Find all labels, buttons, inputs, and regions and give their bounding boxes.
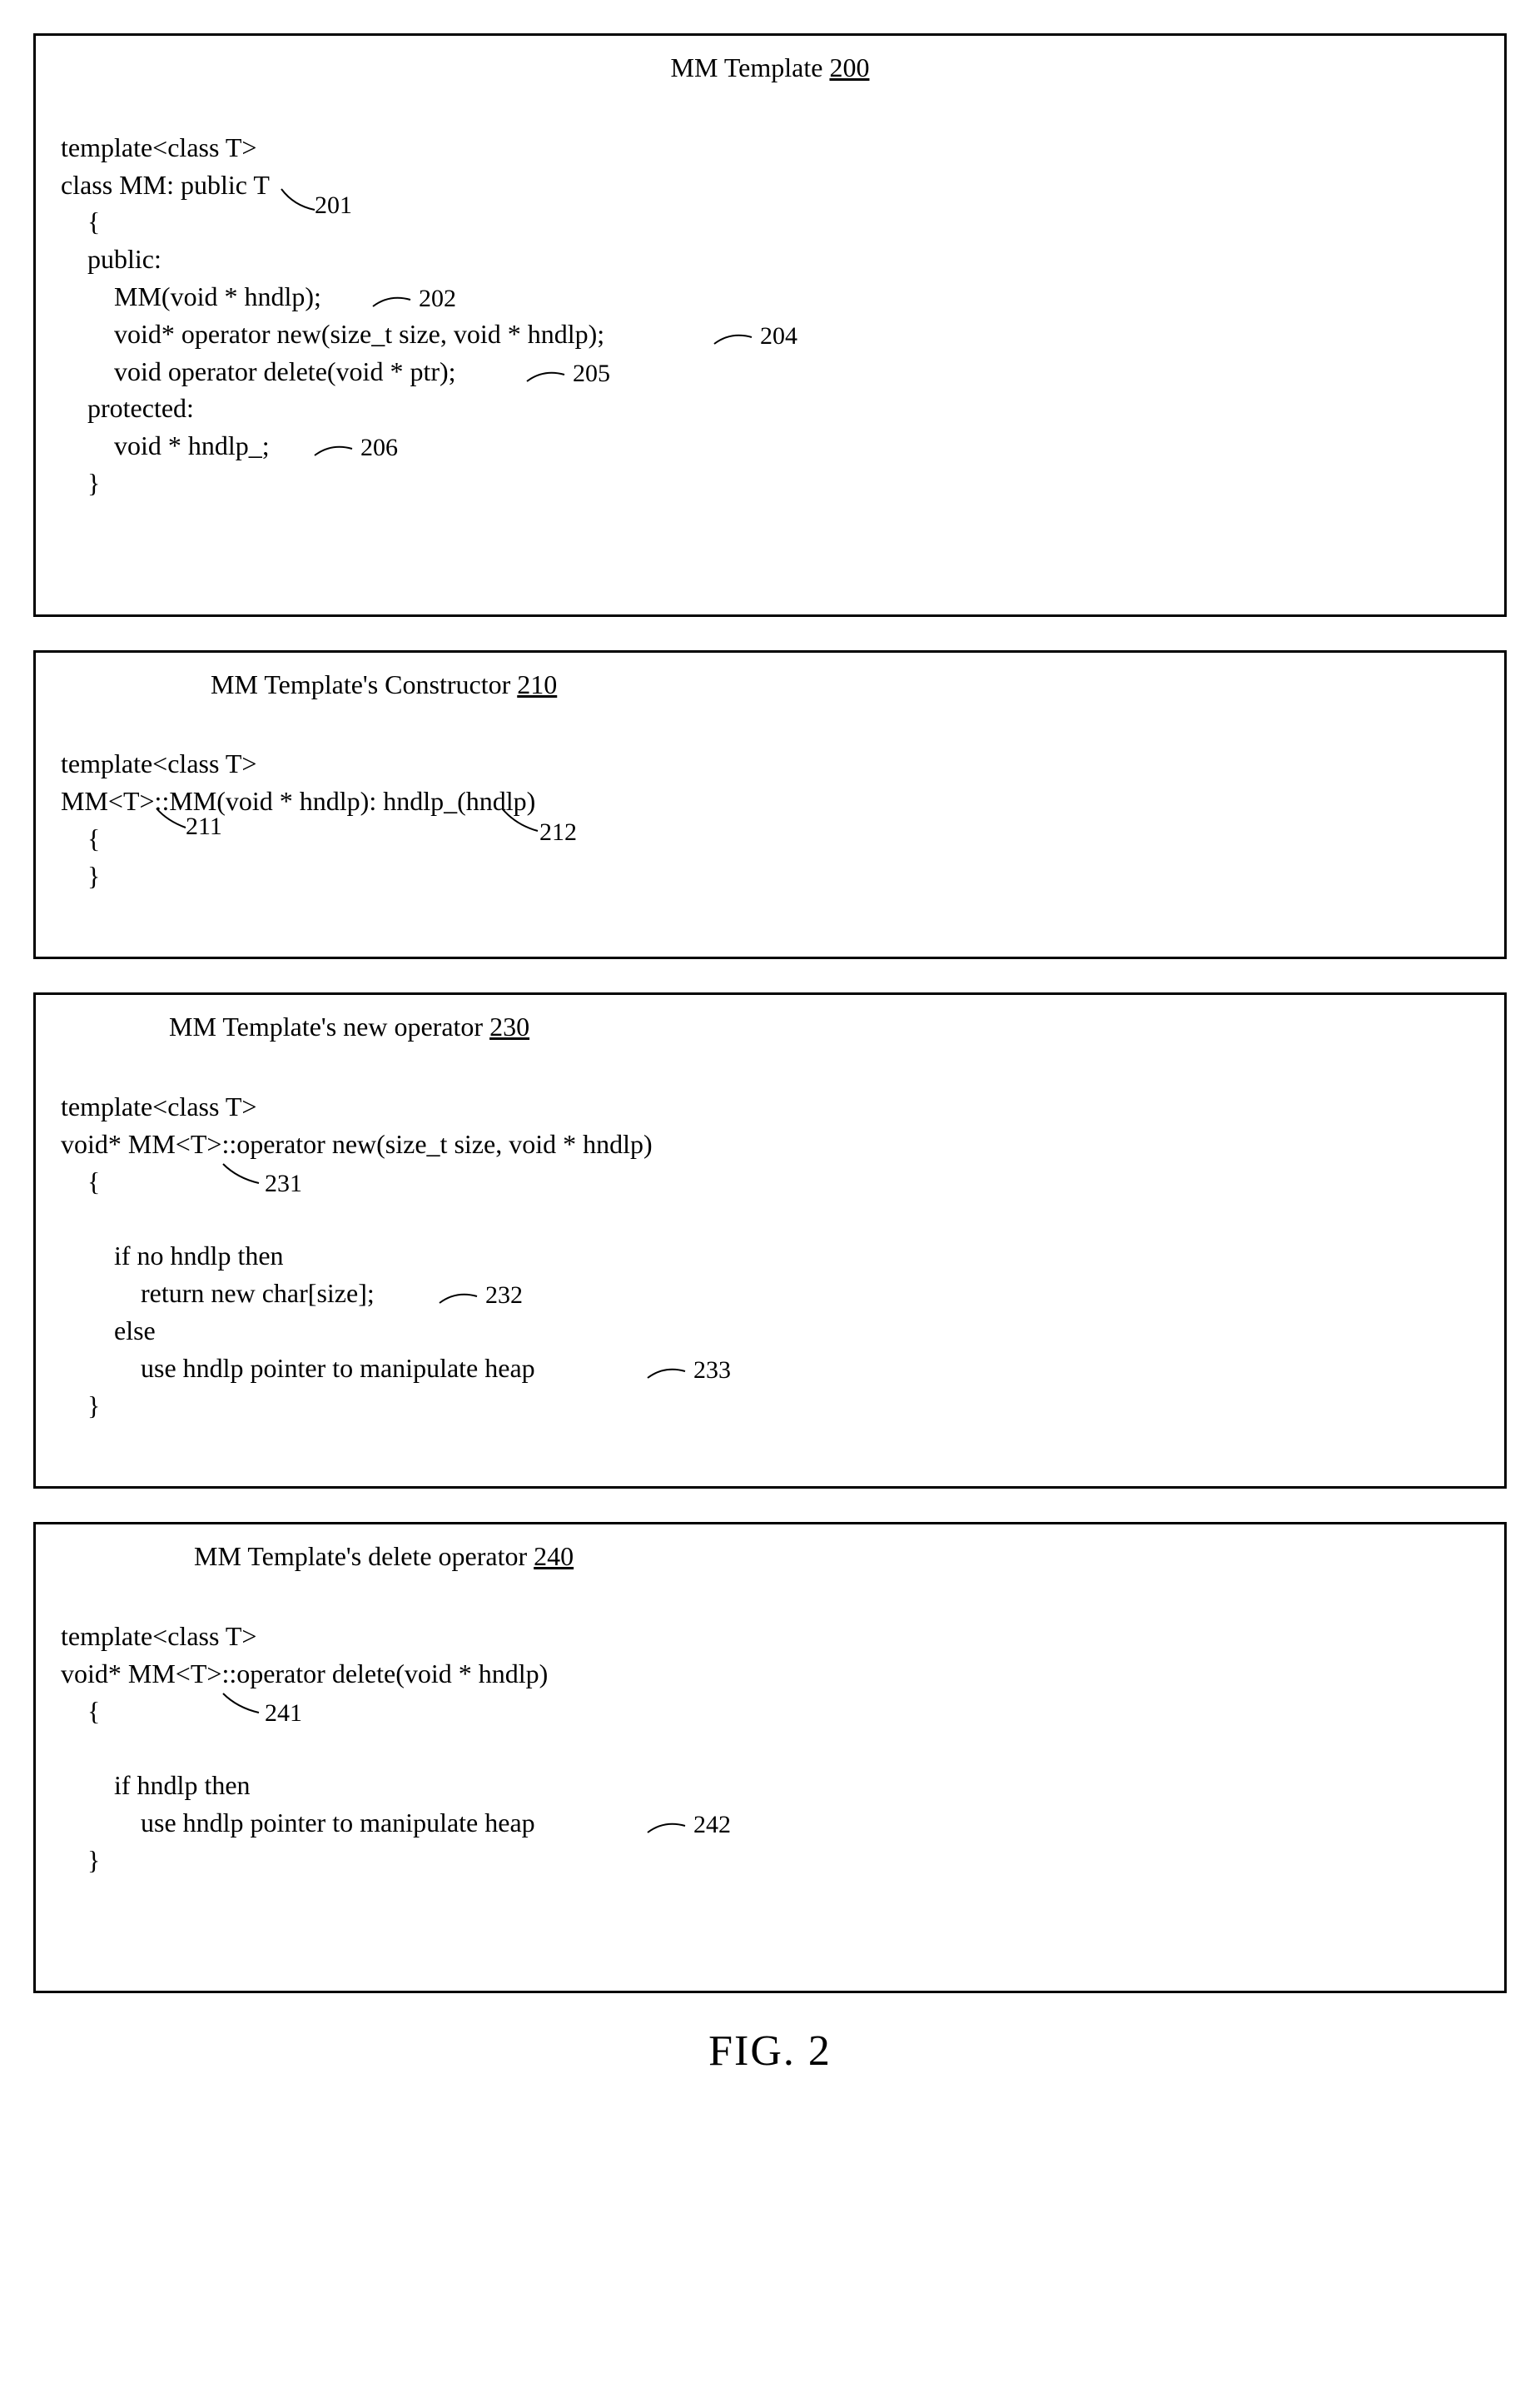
- p3-l3: {: [61, 1166, 100, 1196]
- panel-mm-constructor: MM Template's Constructor 210 template<c…: [33, 650, 1507, 960]
- p2-l3: {: [61, 823, 100, 853]
- panel3-title-text: MM Template's new operator: [169, 1012, 489, 1042]
- p1-l7-wrap: void operator delete(void * ptr);205: [61, 356, 456, 386]
- lead-202-icon: [369, 290, 419, 315]
- panel4-title-text: MM Template's delete operator: [194, 1541, 534, 1571]
- panel4-title: MM Template's delete operator 240: [61, 1541, 1479, 1572]
- p1-l5: MM(void * hndlp);: [61, 281, 321, 311]
- p3-l8-wrap: use hndlp pointer to manipulate heap233: [61, 1353, 535, 1383]
- p1-l2-wrap: class MM: public T201: [61, 170, 270, 200]
- panel-mm-template: MM Template 200 template<class T> class …: [33, 33, 1507, 617]
- p4-l6: use hndlp pointer to manipulate heap: [61, 1808, 535, 1837]
- p1-l6: void* operator new(size_t size, void * h…: [61, 319, 604, 349]
- p1-l5-wrap: MM(void * hndlp);202: [61, 281, 321, 311]
- panel2-title-text: MM Template's Constructor: [211, 669, 517, 699]
- panel2-code: template<class T> MM<T>::MM(void * hndlp…: [61, 709, 1479, 932]
- p1-l10: }: [61, 468, 100, 498]
- p2-l2: MM<T>::MM(void * hndlp): hndlp_(hndlp): [61, 786, 535, 816]
- p1-l1: template<class T>: [61, 132, 256, 162]
- lead-206-icon: [310, 439, 360, 464]
- p1-l9: void * hndlp_;: [61, 430, 270, 460]
- p4-l3: {: [61, 1696, 100, 1726]
- panel-mm-new-operator: MM Template's new operator 230 template<…: [33, 992, 1507, 1489]
- ref-231: 231: [265, 1166, 302, 1201]
- ref-202: 202: [419, 281, 456, 316]
- p2-l2-wrap: MM<T>::MM(void * hndlp): hndlp_(hndlp)21…: [61, 786, 535, 816]
- p1-l6-wrap: void* operator new(size_t size, void * h…: [61, 319, 604, 349]
- ref-242: 242: [693, 1808, 731, 1842]
- panel-mm-delete-operator: MM Template's delete operator 240 templa…: [33, 1522, 1507, 1993]
- lead-242-icon: [643, 1816, 693, 1841]
- ref-211: 211: [186, 809, 222, 844]
- panel3-title: MM Template's new operator 230: [61, 1012, 1479, 1042]
- panel4-code: template<class T> void* MM<T>::operator …: [61, 1580, 1479, 1916]
- lead-204-icon: [710, 327, 760, 352]
- p3-l6-wrap: return new char[size];232: [61, 1278, 375, 1308]
- p1-l3: {: [61, 206, 100, 236]
- p4-l5: if hndlp then: [61, 1770, 251, 1800]
- figure-caption: FIG. 2: [33, 2026, 1507, 2076]
- p1-l2: class MM: public T: [61, 170, 270, 200]
- ref-233: 233: [693, 1353, 731, 1388]
- ref-204: 204: [760, 319, 797, 354]
- p3-l5: if no hndlp then: [61, 1241, 284, 1271]
- p1-l7: void operator delete(void * ptr);: [61, 356, 456, 386]
- p4-l7: }: [61, 1845, 100, 1875]
- panel1-title-ref: 200: [829, 52, 869, 82]
- p3-l6: return new char[size];: [61, 1278, 375, 1308]
- ref-212: 212: [539, 815, 577, 850]
- p4-l3-wrap: {241: [61, 1696, 100, 1726]
- panel2-title-ref: 210: [517, 669, 557, 699]
- p1-l8: protected:: [61, 393, 194, 423]
- lead-232-icon: [435, 1286, 485, 1311]
- panel4-title-ref: 240: [534, 1541, 574, 1571]
- panel1-title-text: MM Template: [671, 52, 830, 82]
- p3-l9: }: [61, 1390, 100, 1420]
- ref-205: 205: [573, 356, 610, 391]
- panel3-title-ref: 230: [489, 1012, 529, 1042]
- panel3-code: template<class T> void* MM<T>::operator …: [61, 1051, 1479, 1461]
- p3-l1: template<class T>: [61, 1092, 256, 1121]
- p3-l3-wrap: {231: [61, 1166, 100, 1196]
- p1-l9-wrap: void * hndlp_;206: [61, 430, 270, 460]
- ref-206: 206: [360, 430, 398, 465]
- p4-l2: void* MM<T>::operator delete(void * hndl…: [61, 1658, 548, 1688]
- ref-232: 232: [485, 1278, 523, 1313]
- p4-l1: template<class T>: [61, 1621, 256, 1651]
- lead-205-icon: [523, 365, 573, 390]
- lead-241-icon: [219, 1689, 265, 1718]
- lead-233-icon: [643, 1361, 693, 1386]
- p1-l4: public:: [61, 244, 161, 274]
- p3-l2: void* MM<T>::operator new(size_t size, v…: [61, 1129, 653, 1159]
- panel1-title: MM Template 200: [61, 52, 1479, 83]
- p4-l6-wrap: use hndlp pointer to manipulate heap242: [61, 1808, 535, 1837]
- p3-l8: use hndlp pointer to manipulate heap: [61, 1353, 535, 1383]
- p2-l1: template<class T>: [61, 748, 256, 778]
- panel2-title: MM Template's Constructor 210: [61, 669, 1479, 700]
- p2-l4: }: [61, 861, 100, 891]
- lead-231-icon: [219, 1160, 265, 1189]
- p3-l7: else: [61, 1315, 156, 1345]
- ref-201: 201: [315, 188, 352, 223]
- ref-241: 241: [265, 1696, 302, 1731]
- panel1-code: template<class T> class MM: public T201 …: [61, 92, 1479, 540]
